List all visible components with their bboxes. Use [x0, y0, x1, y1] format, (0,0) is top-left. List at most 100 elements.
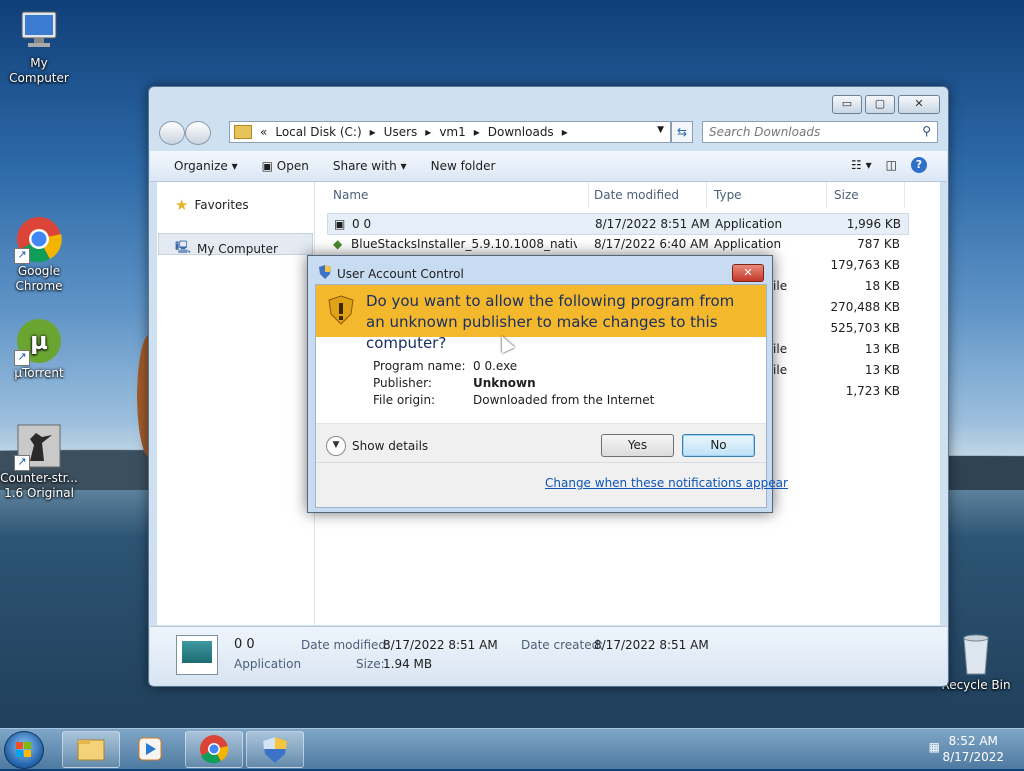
- taskbar-chrome-button[interactable]: [185, 731, 243, 768]
- file-name: 0 0: [352, 217, 372, 231]
- system-clock[interactable]: 8:52 AM 8/17/2022: [942, 733, 1004, 765]
- publisher-label: Publisher:: [373, 376, 432, 390]
- nav-item-my-computer[interactable]: 🖳 My Computer: [175, 238, 278, 259]
- no-button[interactable]: No: [682, 434, 755, 457]
- clock-date: 8/17/2022: [942, 750, 1004, 764]
- navigation-pane: ★ Favorites 🖳 My Computer: [157, 182, 315, 625]
- open-button[interactable]: ▣ Open: [262, 159, 309, 173]
- breadcrumb-separator[interactable]: ▸: [562, 125, 568, 139]
- file-size: 787 KB: [857, 237, 900, 251]
- windows-logo-icon: [16, 742, 31, 757]
- file-type: Application: [715, 217, 783, 231]
- file-size: 13 KB: [864, 342, 900, 356]
- view-controls: ☷ ▾ ◫ ?: [851, 157, 927, 173]
- recycle-bin-icon: [953, 630, 999, 676]
- column-header-name[interactable]: Name: [333, 182, 589, 208]
- bluestacks-icon: ◆: [333, 237, 343, 251]
- file-name: BlueStacksInstaller_5.9.10.1008_native_c…: [351, 237, 577, 251]
- media-player-icon: [138, 737, 162, 761]
- file-size: 18 KB: [864, 279, 900, 293]
- clock-time: 8:52 AM: [948, 734, 998, 748]
- breadcrumb-vm1[interactable]: vm1: [439, 125, 465, 139]
- chevron-down-icon: ▼: [326, 436, 346, 456]
- svg-text:µ: µ: [30, 327, 48, 355]
- computer-icon: 🖳: [175, 240, 192, 254]
- help-icon[interactable]: ?: [911, 157, 927, 173]
- file-origin-value: Downloaded from the Internet: [473, 393, 655, 407]
- nav-item-favorites[interactable]: ★ Favorites: [175, 196, 249, 214]
- chrome-icon: ↗: [14, 216, 62, 264]
- window-controls: ▭ ▢ ✕: [832, 95, 940, 114]
- taskbar-explorer-button[interactable]: [62, 731, 120, 768]
- monitor-icon: [16, 8, 62, 54]
- taskbar-uac-button[interactable]: [246, 731, 304, 768]
- column-header-type[interactable]: Type: [714, 182, 827, 208]
- open-button-label: Open: [276, 159, 309, 173]
- column-header-size[interactable]: Size: [834, 182, 905, 208]
- details-type: Application: [234, 657, 302, 671]
- file-date: 8/17/2022 6:40 AM: [594, 237, 709, 251]
- close-button[interactable]: ✕: [898, 95, 940, 114]
- shortcut-arrow-icon: ↗: [14, 248, 30, 264]
- desktop-icon-label: Google Chrome: [15, 264, 63, 293]
- program-name-value: 0 0.exe: [473, 359, 518, 373]
- utorrent-icon: µ ↗: [14, 318, 62, 366]
- refresh-icon[interactable]: ⇆: [671, 121, 693, 143]
- address-overflow[interactable]: «: [260, 125, 267, 139]
- breadcrumb-downloads[interactable]: Downloads: [488, 125, 554, 139]
- address-bar[interactable]: « Local Disk (C:) ▸ Users ▸ vm1 ▸ Downlo…: [229, 121, 671, 143]
- column-header-date[interactable]: Date modified: [594, 182, 707, 208]
- shortcut-arrow-icon: ↗: [14, 455, 30, 471]
- network-icon[interactable]: ▦: [929, 740, 940, 754]
- search-input[interactable]: Search Downloads ⚲: [702, 121, 938, 143]
- file-origin-label: File origin:: [373, 393, 436, 407]
- breadcrumb-separator[interactable]: ▸: [474, 125, 480, 139]
- desktop-icon-utorrent[interactable]: µ ↗ µTorrent: [0, 318, 78, 381]
- breadcrumb-users[interactable]: Users: [384, 125, 418, 139]
- search-placeholder: Search Downloads: [709, 125, 821, 139]
- change-notifications-link[interactable]: Change when these notifications appear: [545, 476, 788, 490]
- explorer-icon: [77, 739, 105, 761]
- table-row[interactable]: ◆ BlueStacksInstaller_5.9.10.1008_native…: [327, 234, 907, 254]
- uac-warning-banner: Do you want to allow the following progr…: [316, 285, 766, 352]
- taskbar-media-player-button[interactable]: [123, 731, 179, 766]
- navigation-row: « Local Disk (C:) ▸ Users ▸ vm1 ▸ Downlo…: [157, 119, 940, 145]
- taskbar: ▦ 8:52 AM 8/17/2022: [0, 728, 1024, 769]
- preview-pane-icon[interactable]: ◫: [886, 158, 897, 172]
- details-date-modified: 8/17/2022 8:51 AM: [383, 638, 498, 652]
- app-icon: ▣: [334, 217, 346, 231]
- forward-button[interactable]: [185, 121, 211, 145]
- uac-shield-icon: [263, 737, 287, 763]
- view-options-icon[interactable]: ☷ ▾: [851, 158, 872, 172]
- search-icon[interactable]: ⚲: [922, 124, 931, 138]
- new-folder-button[interactable]: New folder: [431, 159, 496, 173]
- file-size: 13 KB: [864, 363, 900, 377]
- program-name-label: Program name:: [373, 359, 466, 373]
- details-pane: 0 0 Application Date modified: 8/17/2022…: [150, 626, 947, 685]
- share-with-button[interactable]: Share with ▾: [333, 159, 407, 173]
- breadcrumb-local-disk[interactable]: Local Disk (C:): [275, 125, 361, 139]
- show-details-label: Show details: [352, 439, 429, 453]
- table-row[interactable]: ▣ 0 0 8/17/2022 8:51 AM Application 1,99…: [327, 213, 909, 235]
- desktop-icon-counter-strike[interactable]: ↗ Counter-str... 1.6 Original: [0, 423, 78, 501]
- file-date: 8/17/2022 8:51 AM: [595, 217, 710, 231]
- details-date-modified-label: Date modified:: [301, 638, 391, 652]
- back-button[interactable]: [159, 121, 185, 145]
- desktop-icon-my-computer[interactable]: My Computer: [0, 8, 78, 86]
- publisher-value: Unknown: [473, 376, 536, 390]
- minimize-button[interactable]: ▭: [832, 95, 862, 114]
- file-size: 179,763 KB: [830, 258, 900, 272]
- uac-title: User Account Control: [337, 266, 464, 281]
- breadcrumb-separator[interactable]: ▸: [425, 125, 431, 139]
- maximize-button[interactable]: ▢: [865, 95, 895, 114]
- show-details-toggle[interactable]: ▼ Show details: [326, 436, 428, 456]
- address-dropdown-icon[interactable]: ▼: [657, 125, 664, 135]
- desktop-icon-chrome[interactable]: ↗ Google Chrome: [0, 216, 78, 294]
- yes-button[interactable]: Yes: [601, 434, 674, 457]
- start-button[interactable]: [4, 731, 44, 769]
- breadcrumb-separator[interactable]: ▸: [370, 125, 376, 139]
- uac-footer: ▼ Show details Yes No Change when these …: [316, 424, 788, 507]
- uac-close-button[interactable]: ✕: [732, 264, 764, 282]
- chrome-icon: [200, 735, 229, 764]
- organize-button[interactable]: Organize ▾: [174, 159, 238, 173]
